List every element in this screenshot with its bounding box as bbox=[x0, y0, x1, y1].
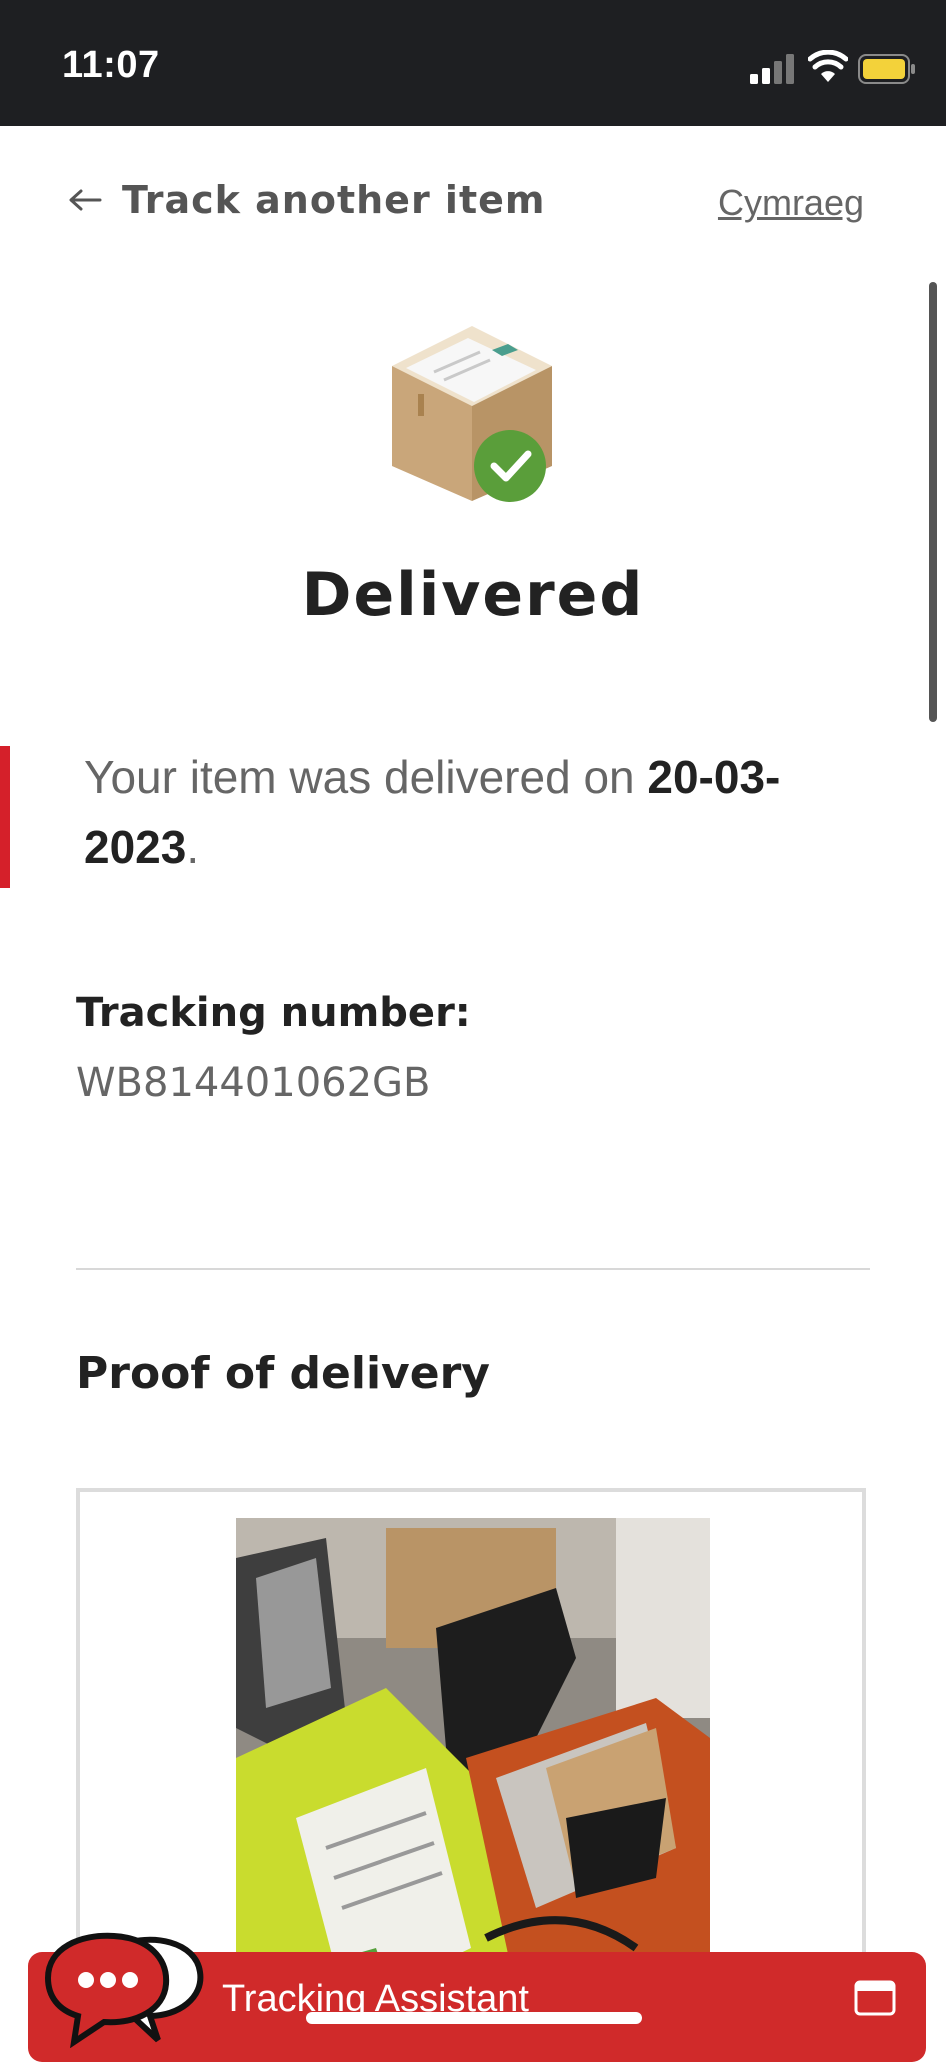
battery-icon bbox=[858, 54, 915, 84]
track-another-item-link[interactable]: Track another item bbox=[68, 178, 545, 222]
cellular-signal-icon bbox=[750, 54, 794, 84]
delivery-message-end: . bbox=[186, 821, 200, 873]
back-link-label: Track another item bbox=[122, 178, 546, 222]
delivery-message-text: Your item was delivered on bbox=[84, 751, 648, 803]
window-icon[interactable] bbox=[854, 1980, 896, 2016]
tracking-number-label: Tracking number: bbox=[76, 990, 471, 1036]
proof-of-delivery-heading: Proof of delivery bbox=[76, 1348, 490, 1399]
language-toggle-link[interactable]: Cymraeg bbox=[718, 182, 864, 224]
home-indicator bbox=[306, 2012, 642, 2024]
section-divider bbox=[76, 1268, 870, 1270]
delivery-message: Your item was delivered on 20-03-2023. bbox=[84, 742, 884, 882]
delivery-status-heading: Delivered bbox=[301, 560, 645, 630]
tracking-number-value: WB814401062GB bbox=[76, 1060, 431, 1106]
arrow-left-icon bbox=[69, 189, 102, 211]
status-accent-bar bbox=[0, 746, 10, 888]
chat-bubbles-icon[interactable] bbox=[40, 1928, 210, 2048]
status-time: 11:07 bbox=[62, 44, 160, 86]
top-navigation: Track another item Cymraeg bbox=[0, 160, 946, 240]
status-bar: 11:07 bbox=[0, 0, 946, 126]
package-delivered-icon bbox=[392, 326, 552, 502]
wifi-icon bbox=[808, 50, 848, 82]
scrollbar[interactable] bbox=[929, 282, 937, 722]
